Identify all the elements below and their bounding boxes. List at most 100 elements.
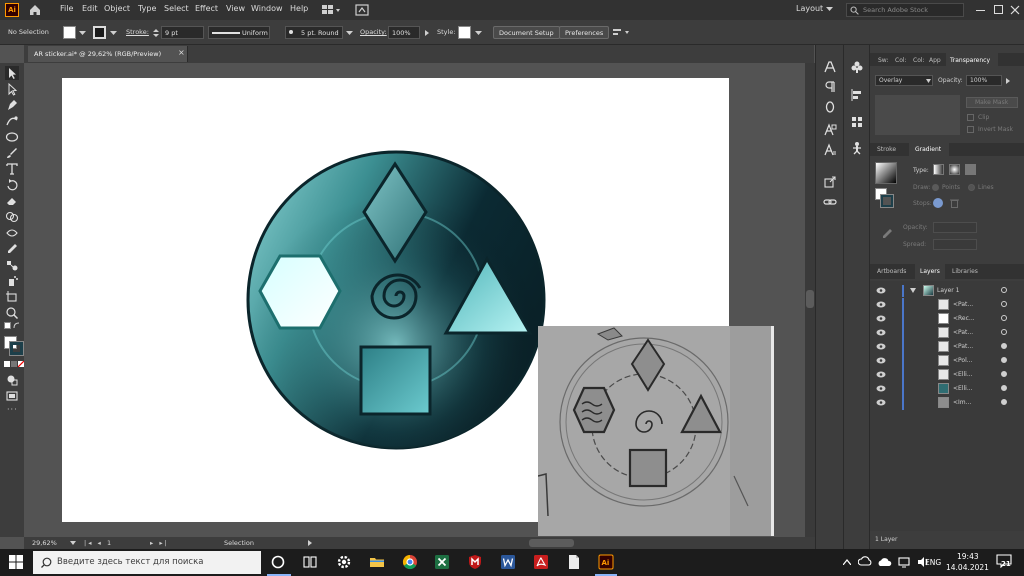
gradient-stop-button[interactable] [933,198,943,208]
chrome-icon[interactable] [402,554,418,570]
sublayer-row[interactable]: <Pat... [870,326,1018,340]
eye-icon[interactable] [876,301,886,308]
width-tool-icon[interactable] [5,226,19,240]
eye-icon[interactable] [876,385,886,392]
freeform-gradient-button[interactable] [965,164,976,175]
blend-tool-icon[interactable] [5,258,19,272]
tab-libraries[interactable]: Libraries [952,268,978,275]
menu-window[interactable]: Window [251,4,283,13]
direct-selection-tool-icon[interactable] [5,82,19,96]
sublayer-row[interactable]: <Pol... [870,354,1018,368]
eyedropper-tool-icon[interactable] [5,242,19,256]
symbol-sprayer-tool-icon[interactable] [5,274,19,288]
eye-icon[interactable] [876,343,886,350]
minimize-icon[interactable] [976,10,985,11]
chevron-down-icon[interactable] [79,31,86,36]
zoom-level[interactable]: 29,62% [32,539,57,547]
artboard-tool-icon[interactable] [5,290,19,304]
sticker-artwork[interactable] [240,146,552,456]
stroke-label[interactable]: Stroke: [126,28,149,36]
transform-panel-icon[interactable] [850,115,864,129]
cortana-icon[interactable] [271,555,285,569]
gradient-opacity-input[interactable] [933,222,977,233]
rotate-tool-icon[interactable] [5,178,19,192]
paragraph-panel-icon[interactable] [823,80,837,94]
artboard-number[interactable]: 1 [107,539,111,547]
transparency-opacity-input[interactable]: 100% [966,75,1002,86]
selection-tool-icon[interactable] [5,66,19,80]
close-tab-icon[interactable]: × [178,48,185,57]
draw-mode-icon[interactable] [5,373,19,387]
curvature-tool-icon[interactable] [5,114,19,128]
lines-radio[interactable] [968,184,975,191]
stroke-swatch[interactable] [93,26,106,39]
artboard-prev-icons[interactable]: |◂ ◂ [84,539,103,547]
chevron-down-icon[interactable] [110,31,117,36]
menu-effect[interactable]: Effect [195,4,218,13]
horizontal-scroll-thumb[interactable] [529,539,574,547]
chevron-down-icon[interactable] [346,31,353,36]
chevron-right-icon[interactable] [425,30,429,36]
opacity-label[interactable]: Opacity: [360,28,387,36]
sublayer-row[interactable]: <Elli... [870,382,1018,396]
menu-file[interactable]: File [60,4,73,13]
preferences-button[interactable]: Preferences [559,26,610,39]
delete-stop-icon[interactable] [950,198,959,208]
tab-swatches[interactable]: Sw: [878,57,888,64]
excel-icon[interactable] [434,554,450,570]
stroke-weight-input[interactable]: 9 pt [161,26,204,39]
sublayer-name[interactable]: <Elli... [953,385,973,392]
fill-swatch[interactable] [63,26,76,39]
type-styles-icon[interactable] [823,143,837,157]
radial-gradient-button[interactable] [949,164,960,175]
graphic-style-swatch[interactable] [458,26,471,39]
home-icon[interactable] [28,3,42,17]
stepper-icon[interactable] [153,28,159,38]
network-icon[interactable] [898,556,910,568]
acrobat-icon[interactable] [533,554,549,570]
eye-icon[interactable] [876,357,886,364]
clip-checkbox[interactable] [967,114,974,121]
eye-icon[interactable] [876,399,886,406]
character-panel-icon[interactable] [823,60,837,74]
chevron-down-icon[interactable] [70,541,76,545]
chevron-down-icon[interactable] [826,7,833,12]
gradient-eyedropper-icon[interactable] [880,227,894,241]
close-icon[interactable] [1010,5,1020,15]
tab-layers[interactable]: Layers [920,268,940,275]
workspace-switcher[interactable]: Layout [796,4,823,13]
document-tab[interactable]: AR sticker.ai* @ 29,62% (RGB/Preview) × [28,46,188,62]
edit-toolbar-icon[interactable]: ··· [7,405,18,414]
export-icon[interactable] [823,175,837,189]
onedrive-icon[interactable] [878,556,892,568]
clock-time[interactable]: 19:43 [957,552,979,561]
align-panel-icon[interactable] [850,88,864,102]
eraser-tool-icon[interactable] [5,194,19,208]
taskbar-search-box[interactable]: Введите здесь текст для поиска [33,551,261,574]
vertical-scroll-thumb[interactable] [806,290,814,308]
tab-appearance[interactable]: App [929,57,941,64]
symbols-panel-icon[interactable] [850,60,864,74]
settings-gear-icon[interactable] [336,554,352,570]
reference-sketch-image[interactable] [538,326,774,536]
swap-fill-stroke-icon[interactable] [13,322,21,330]
eye-icon[interactable] [876,371,886,378]
sublayer-name[interactable]: <Pat... [953,301,973,308]
sublayer-row[interactable]: <Pat... [870,340,1018,354]
language-indicator[interactable]: ENG [925,558,941,567]
chevron-right-icon[interactable] [1006,78,1010,84]
sublayer-name[interactable]: <Elli... [953,371,973,378]
menu-type[interactable]: Type [138,4,156,13]
document-app-icon[interactable] [566,554,582,570]
chevron-down-icon[interactable] [475,31,482,36]
points-radio[interactable] [932,184,939,191]
default-fill-stroke-icon[interactable] [4,322,11,329]
artboard-next-icons[interactable]: ▸ ▸| [150,539,169,547]
menu-select[interactable]: Select [164,4,189,13]
puppet-warp-icon[interactable] [850,141,864,155]
file-explorer-icon[interactable] [369,554,385,570]
sublayer-row[interactable]: <Im... [870,396,1018,410]
tab-color[interactable]: Col: [895,57,907,64]
stock-search-box[interactable]: Search Adobe Stock [846,3,964,17]
target-icon[interactable] [1001,399,1007,405]
